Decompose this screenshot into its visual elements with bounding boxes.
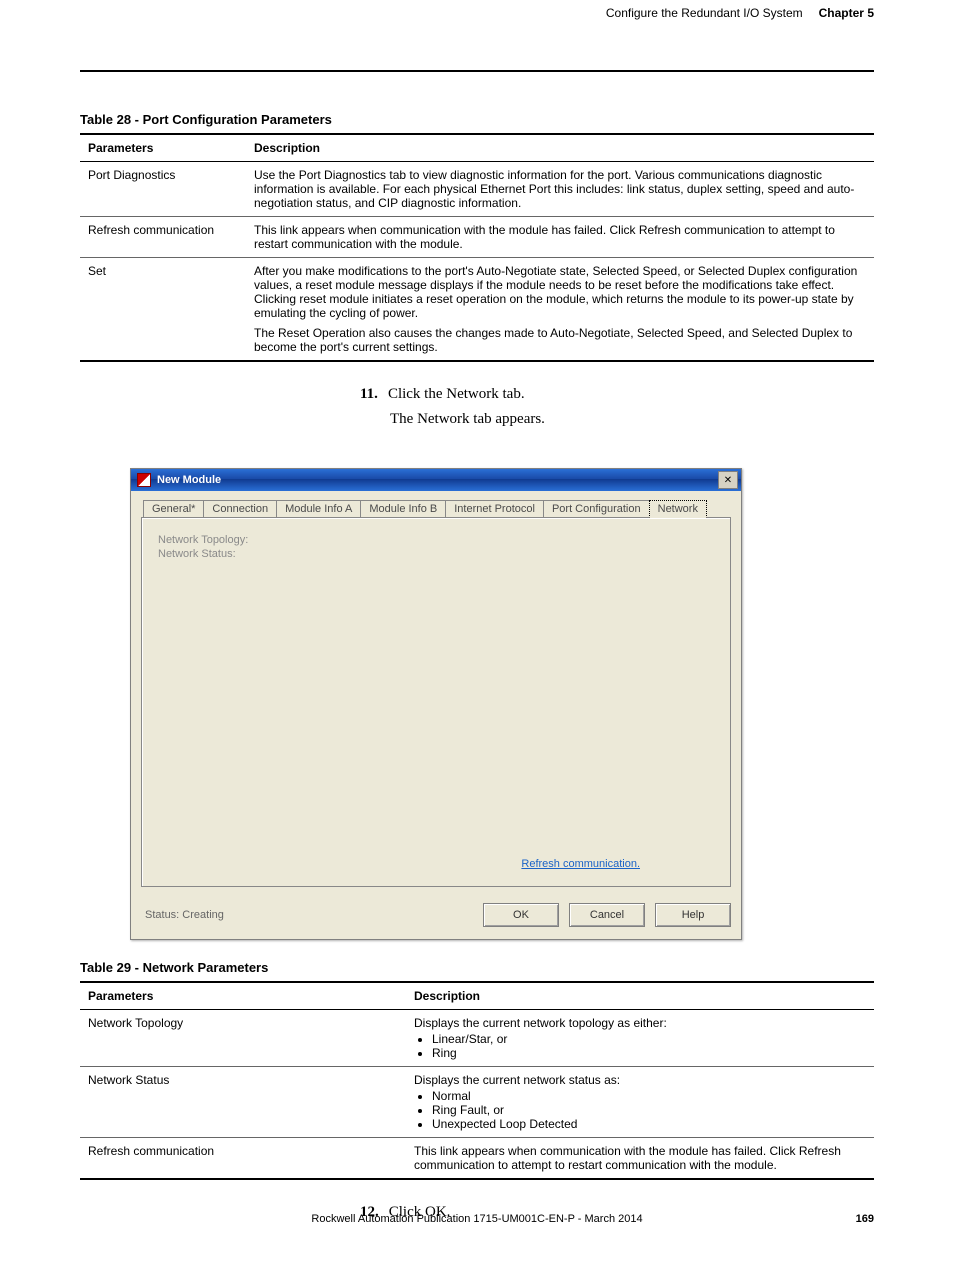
tab-connection[interactable]: Connection — [203, 500, 277, 518]
table-row: Set After you make modifications to the … — [80, 258, 874, 362]
table-row: Network Status Displays the current netw… — [80, 1067, 874, 1138]
header-chapter: Chapter 5 — [819, 6, 874, 20]
cell-desc-p1: After you make modifications to the port… — [254, 264, 866, 320]
table28-header-param: Parameters — [80, 134, 246, 162]
page-footer: Rockwell Automation Publication 1715-UM0… — [0, 1213, 954, 1225]
cell-desc: After you make modifications to the port… — [246, 258, 874, 362]
cell-list: Normal Ring Fault, or Unexpected Loop De… — [414, 1089, 866, 1131]
cell-desc: Displays the current network status as: … — [406, 1067, 874, 1138]
cell-desc: Displays the current network topology as… — [406, 1010, 874, 1067]
cancel-button[interactable]: Cancel — [569, 903, 645, 927]
tab-panel-network: Network Topology: Network Status: Refres… — [141, 517, 731, 887]
field-network-topology-label: Network Topology: — [158, 534, 714, 546]
list-item: Normal — [432, 1089, 866, 1103]
table29-header-param: Parameters — [80, 982, 406, 1010]
tab-internet-protocol[interactable]: Internet Protocol — [445, 500, 544, 518]
ok-button[interactable]: OK — [483, 903, 559, 927]
tab-network[interactable]: Network — [649, 500, 707, 518]
table29: Parameters Description Network Topology … — [80, 981, 874, 1180]
step-text: Click the Network tab. — [388, 386, 525, 402]
cell-list: Linear/Star, or Ring — [414, 1032, 866, 1060]
table-row: Network Topology Displays the current ne… — [80, 1010, 874, 1067]
table-row: Refresh communication This link appears … — [80, 1138, 874, 1180]
list-item: Ring — [432, 1046, 866, 1060]
table-row: Refresh communication This link appears … — [80, 217, 874, 258]
list-item: Ring Fault, or — [432, 1103, 866, 1117]
table-row: Port Diagnostics Use the Port Diagnostic… — [80, 162, 874, 217]
tab-port-configuration[interactable]: Port Configuration — [543, 500, 650, 518]
table28: Parameters Description Port Diagnostics … — [80, 133, 874, 362]
table29-caption: Table 29 - Network Parameters — [80, 960, 874, 975]
field-network-status-label: Network Status: — [158, 548, 714, 560]
tab-module-info-b[interactable]: Module Info B — [360, 500, 446, 518]
cell-desc: This link appears when communication wit… — [246, 217, 874, 258]
cell-param: Refresh communication — [80, 1138, 406, 1180]
step-11: 11. Click the Network tab. — [360, 386, 874, 403]
dialog-footer: Status: Creating OK Cancel Help — [131, 897, 741, 939]
help-button[interactable]: Help — [655, 903, 731, 927]
tab-module-info-a[interactable]: Module Info A — [276, 500, 361, 518]
dialog-title: New Module — [157, 474, 221, 486]
cell-param: Set — [80, 258, 246, 362]
dialog-tabbar: General* Connection Module Info A Module… — [131, 491, 741, 517]
table28-caption: Table 28 - Port Configuration Parameters — [80, 112, 874, 127]
cell-param: Network Status — [80, 1067, 406, 1138]
refresh-communication-link[interactable]: Refresh communication. — [521, 858, 640, 870]
cell-desc-pre: Displays the current network status as: — [414, 1073, 620, 1087]
cell-desc-pre: Displays the current network topology as… — [414, 1016, 667, 1030]
cell-desc-p2: The Reset Operation also causes the chan… — [254, 326, 866, 354]
list-item: Unexpected Loop Detected — [432, 1117, 866, 1131]
cell-desc: This link appears when communication wit… — [406, 1138, 874, 1180]
header-section: Configure the Redundant I/O System — [606, 6, 803, 20]
cell-param: Port Diagnostics — [80, 162, 246, 217]
dialog-status: Status: Creating — [145, 909, 224, 921]
step-num: 11. — [360, 386, 378, 402]
new-module-dialog: New Module ✕ General* Connection Module … — [130, 468, 742, 940]
cell-param: Network Topology — [80, 1010, 406, 1067]
table28-header-desc: Description — [246, 134, 874, 162]
cell-param: Refresh communication — [80, 217, 246, 258]
cell-desc: Use the Port Diagnostics tab to view dia… — [246, 162, 874, 217]
table29-header-desc: Description — [406, 982, 874, 1010]
list-item: Linear/Star, or — [432, 1032, 866, 1046]
close-button[interactable]: ✕ — [718, 471, 738, 489]
footer-page-number: 169 — [856, 1213, 874, 1225]
close-icon: ✕ — [724, 475, 732, 486]
app-icon — [137, 473, 151, 487]
step-11-body: The Network tab appears. — [390, 411, 874, 428]
tab-general[interactable]: General* — [143, 500, 204, 518]
dialog-titlebar: New Module ✕ — [131, 469, 741, 491]
footer-publication: Rockwell Automation Publication 1715-UM0… — [311, 1213, 642, 1225]
